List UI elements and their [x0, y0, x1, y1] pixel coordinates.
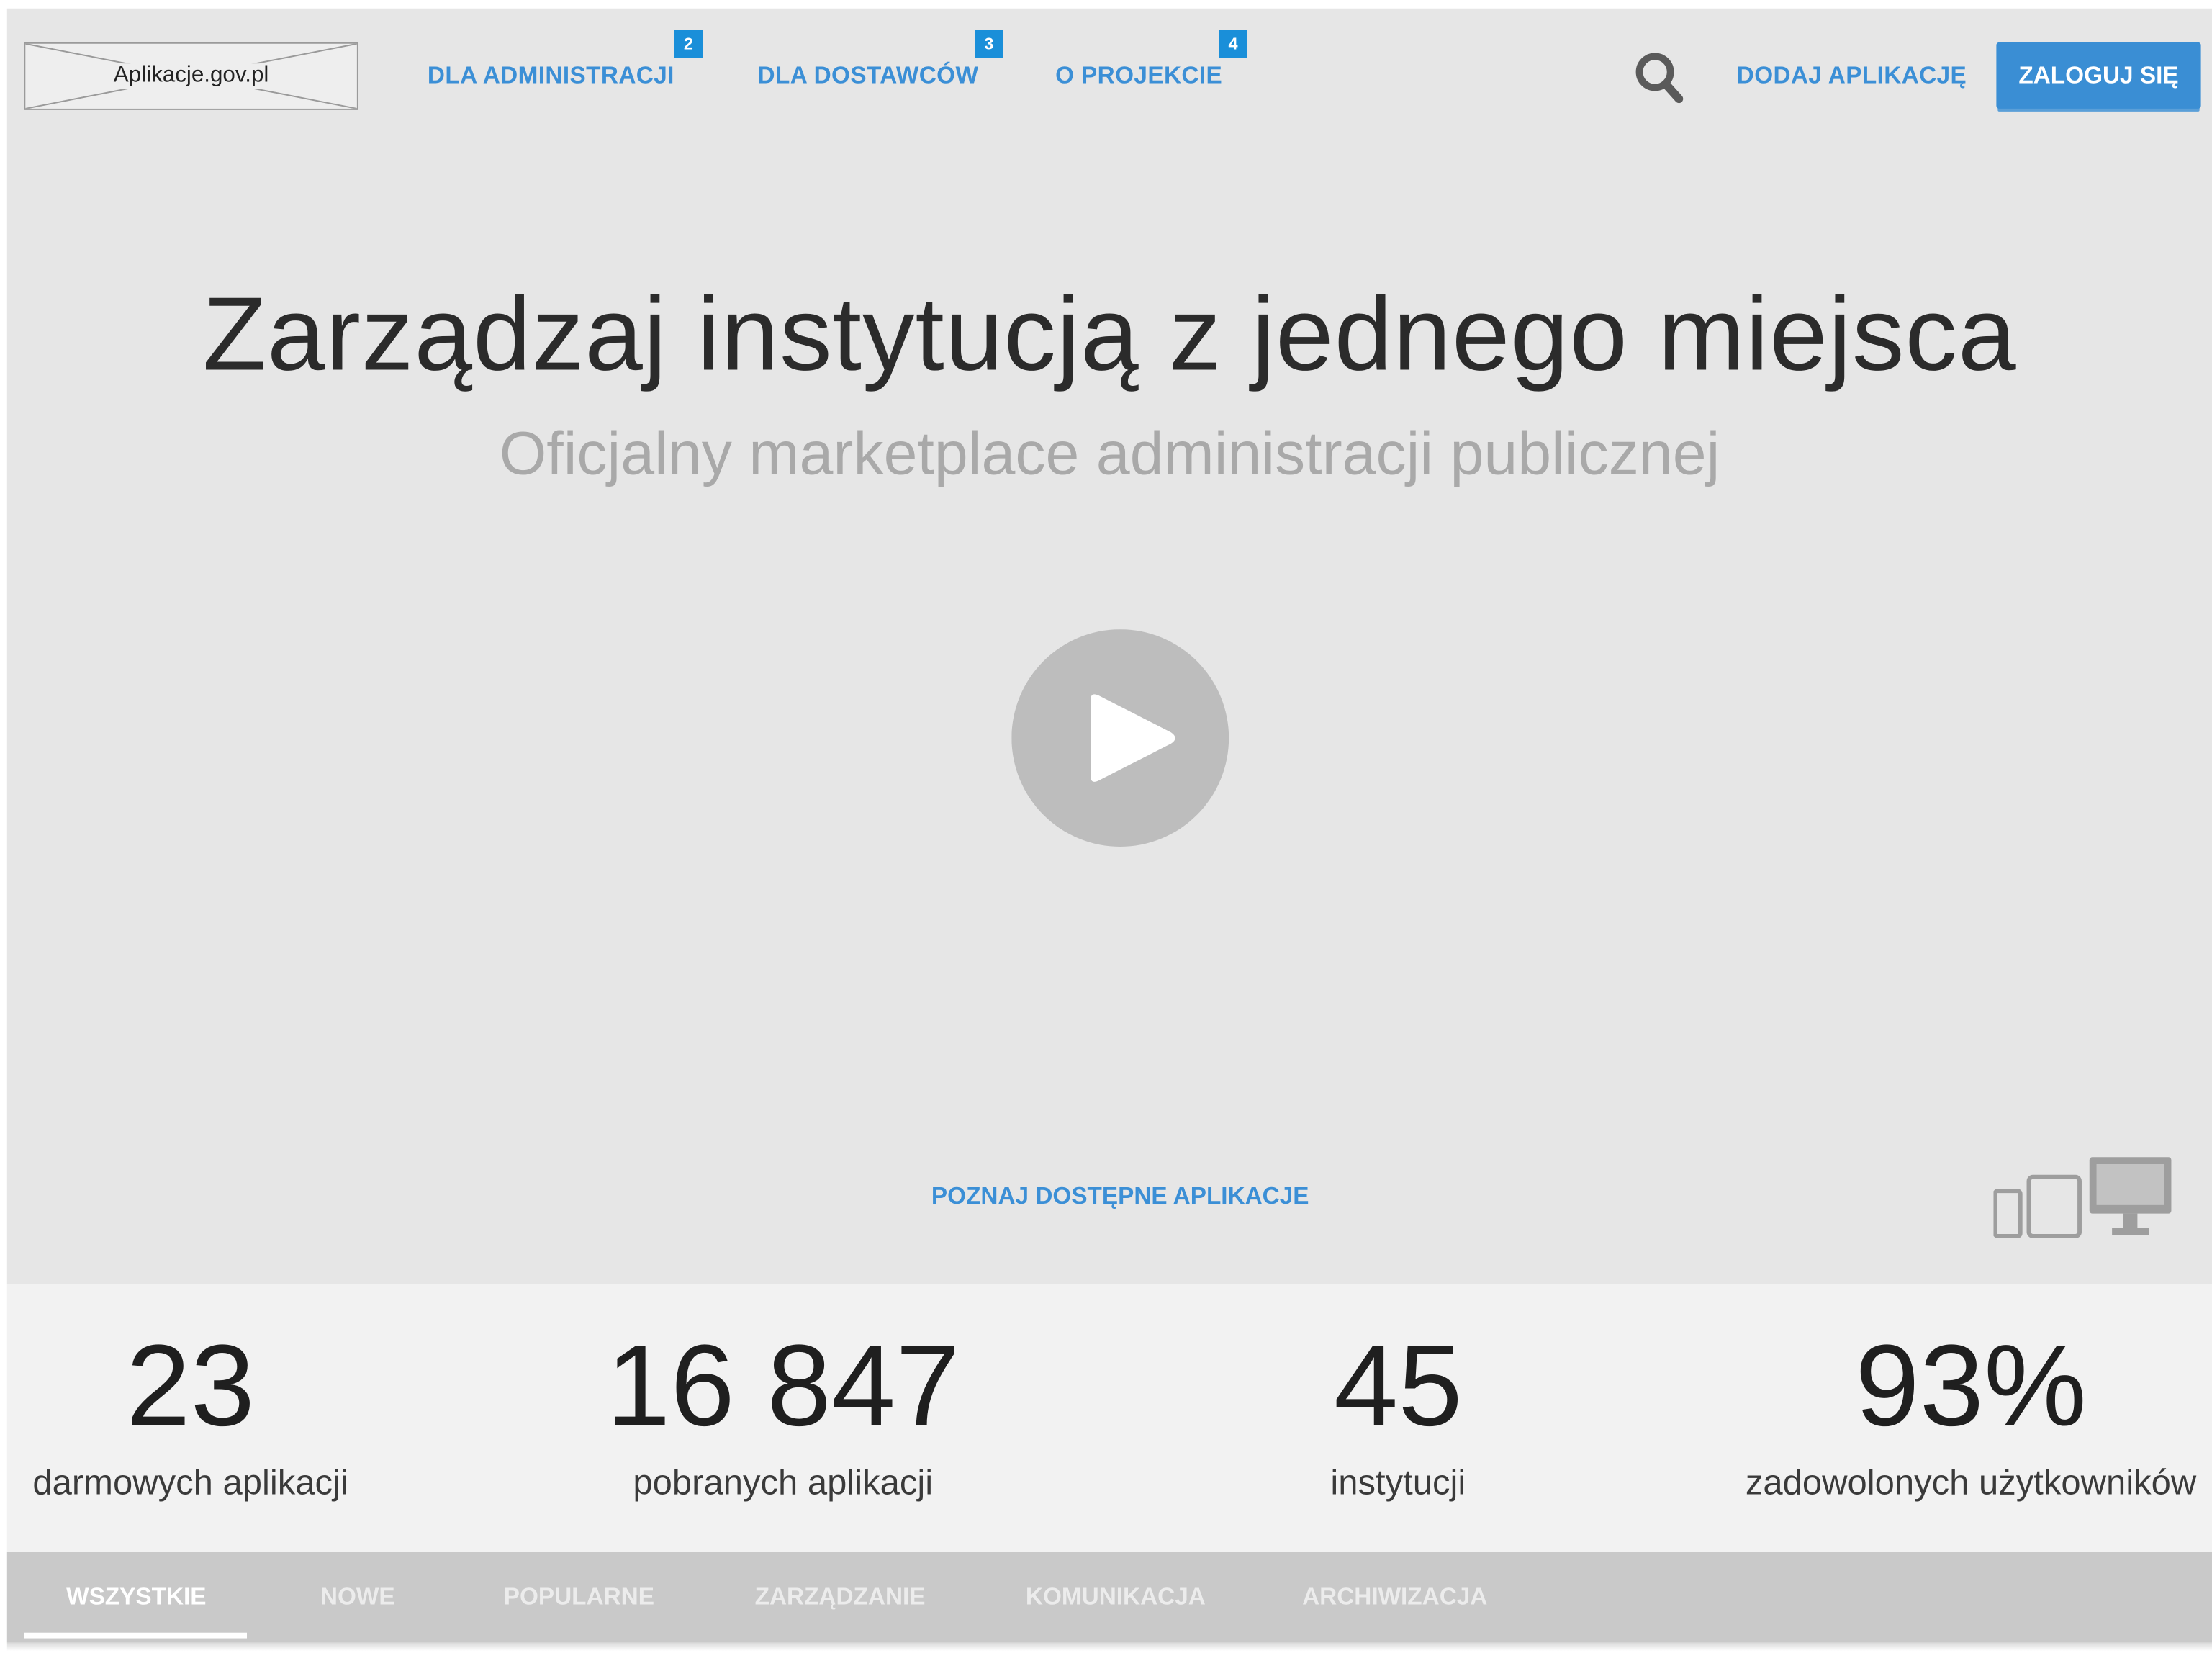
stat-label: pobranych aplikacji: [633, 1463, 934, 1503]
tab-zarzadzanie[interactable]: ZARZĄDZANIE: [755, 1583, 926, 1611]
explore-apps-link[interactable]: POZNAJ DOSTĘPNE APLIKACJE: [7, 1182, 2212, 1210]
stat-downloaded-apps: 16 847 pobranych aplikacji: [600, 1284, 967, 1505]
devices-icon: [1993, 1157, 2172, 1238]
tab-archiwizacja[interactable]: ARCHIWIZACJA: [1302, 1583, 1487, 1611]
tab-popularne[interactable]: POPULARNE: [504, 1583, 654, 1611]
nav-o-projekcie[interactable]: O PROJEKCIE: [1055, 62, 1222, 90]
hero-title: Zarządzaj instytucją z jednego miejsca: [202, 275, 2017, 392]
stat-label: instytucji: [1330, 1463, 1466, 1503]
search-icon[interactable]: [1634, 51, 1685, 104]
logo-text: Aplikacje.gov.pl: [107, 63, 275, 89]
stat-value: 45: [1333, 1322, 1463, 1451]
stat-value: 93%: [1855, 1322, 2087, 1451]
login-button[interactable]: ZALOGUJ SIĘ: [1996, 42, 2201, 109]
active-tab-indicator: [24, 1632, 247, 1639]
hero-section: Aplikacje.gov.pl DLA ADMINISTRACJI 2 DLA…: [6, 8, 2212, 1284]
stat-label: darmowych aplikacji: [32, 1463, 348, 1503]
tab-nowe[interactable]: NOWE: [320, 1583, 395, 1611]
nav-dla-administracji[interactable]: DLA ADMINISTRACJI: [428, 62, 674, 90]
stats-section: 23 darmowych aplikacji 16 847 pobranych …: [6, 1284, 2212, 1552]
nav-dla-dostawcow[interactable]: DLA DOSTAWCÓW: [758, 62, 979, 90]
tab-wszystkie[interactable]: WSZYSTKIE: [66, 1583, 206, 1611]
nav-badge: 4: [1219, 30, 1247, 58]
play-icon[interactable]: [1011, 629, 1229, 847]
nav-badge: 3: [975, 30, 1003, 58]
stat-value: 23: [126, 1322, 255, 1451]
category-tabs: WSZYSTKIE NOWE POPULARNE ZARZĄDZANIE KOM…: [6, 1552, 2212, 1643]
tabs-shadow: [6, 1642, 2212, 1652]
stat-institutions: 45 instytucji: [1257, 1284, 1539, 1505]
hero-subtitle: Oficjalny marketplace administracji publ…: [499, 420, 1720, 489]
stat-label: zadowolonych użytkowników: [1745, 1463, 2197, 1503]
logo[interactable]: Aplikacje.gov.pl: [24, 42, 358, 110]
stat-satisfied-users: 93% zadowolonych użytkowników: [1731, 1284, 2211, 1505]
stat-free-apps: 23 darmowych aplikacji: [7, 1284, 374, 1505]
page: Aplikacje.gov.pl DLA ADMINISTRACJI 2 DLA…: [0, 0, 2212, 1671]
add-app-link[interactable]: DODAJ APLIKACJĘ: [1737, 62, 1967, 90]
nav-badge: 2: [674, 30, 703, 58]
stat-value: 16 847: [606, 1322, 960, 1451]
tab-komunikacja[interactable]: KOMUNIKACJA: [1026, 1583, 1206, 1611]
